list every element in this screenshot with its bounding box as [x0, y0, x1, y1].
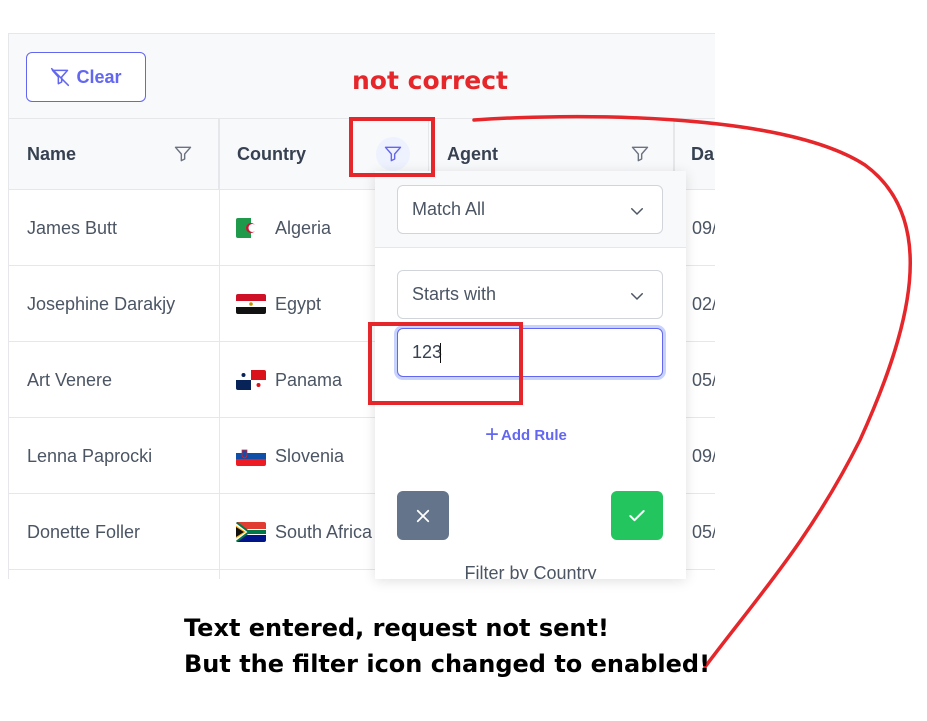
slovenia-flag-icon — [236, 446, 266, 466]
name-cell: James Butt — [27, 217, 118, 238]
country-cell: Algeria — [236, 190, 331, 266]
match-mode-dropdown[interactable]: Starts with — [397, 270, 663, 319]
country-name: South Africa — [275, 521, 373, 542]
agent-filter-button[interactable] — [623, 137, 657, 171]
check-icon — [629, 509, 645, 521]
funnel-icon — [174, 146, 192, 162]
south-africa-flag-icon — [236, 522, 266, 542]
country-name: Algeria — [275, 217, 332, 238]
add-rule-button[interactable]: + Add Rule — [485, 423, 567, 447]
country-cell: South Africa — [236, 494, 372, 570]
annotation-highlight-input — [368, 322, 523, 405]
date-cell: 05/ — [692, 521, 715, 542]
clear-filters-button[interactable]: Clear — [26, 52, 146, 102]
name-cell: Art Venere — [27, 369, 113, 390]
date-cell: 09/ — [692, 445, 715, 466]
date-cell: 09/ — [692, 217, 715, 238]
match-mode-value: Starts with — [412, 284, 497, 304]
filter-operator-section: Match All — [375, 171, 686, 248]
name-cell: Josephine Darakjy — [27, 293, 176, 314]
column-label-country: Country — [237, 144, 306, 164]
plus-icon: + — [485, 421, 500, 448]
clear-filter-button[interactable] — [397, 491, 449, 540]
annotation-caption-line2: But the filter icon changed to enabled! — [184, 650, 711, 678]
chevron-down-icon — [631, 208, 643, 216]
country-name: Egypt — [275, 293, 322, 314]
country-name: Slovenia — [275, 445, 345, 466]
filter-slash-icon — [51, 67, 70, 87]
name-cell: Donette Foller — [27, 521, 141, 542]
country-cell: Egypt — [236, 266, 321, 342]
column-label-agent: Agent — [447, 144, 498, 164]
date-cell: 02/ — [692, 293, 715, 314]
annotation-highlight-filter-icon — [349, 117, 435, 177]
filter-footer-text: Filter by Country — [464, 563, 597, 579]
panama-flag-icon — [236, 370, 266, 390]
column-label-name: Name — [27, 144, 77, 164]
country-cell: Slovenia — [236, 418, 344, 494]
name-filter-button[interactable] — [166, 137, 200, 171]
country-name: Panama — [275, 369, 343, 390]
annotation-caption-line1: Text entered, request not sent! — [184, 614, 609, 642]
annotation-title: not correct — [352, 66, 509, 95]
column-divider — [219, 119, 220, 579]
clear-button-label: Clear — [76, 66, 122, 87]
apply-filter-button[interactable] — [611, 491, 663, 540]
funnel-icon — [631, 146, 649, 162]
country-cell: Panama — [236, 342, 342, 418]
algeria-flag-icon — [236, 218, 266, 238]
match-operator-value: Match All — [412, 199, 486, 219]
column-label-date: Da — [691, 144, 715, 164]
add-rule-label: Add Rule — [501, 426, 567, 444]
date-cell: 05/ — [692, 369, 715, 390]
column-header-name: Name — [9, 119, 219, 190]
match-operator-dropdown[interactable]: Match All — [397, 185, 663, 234]
close-icon — [416, 509, 430, 522]
egypt-flag-icon — [236, 294, 266, 314]
name-cell: Lenna Paprocki — [27, 445, 153, 466]
chevron-down-icon — [631, 293, 643, 301]
